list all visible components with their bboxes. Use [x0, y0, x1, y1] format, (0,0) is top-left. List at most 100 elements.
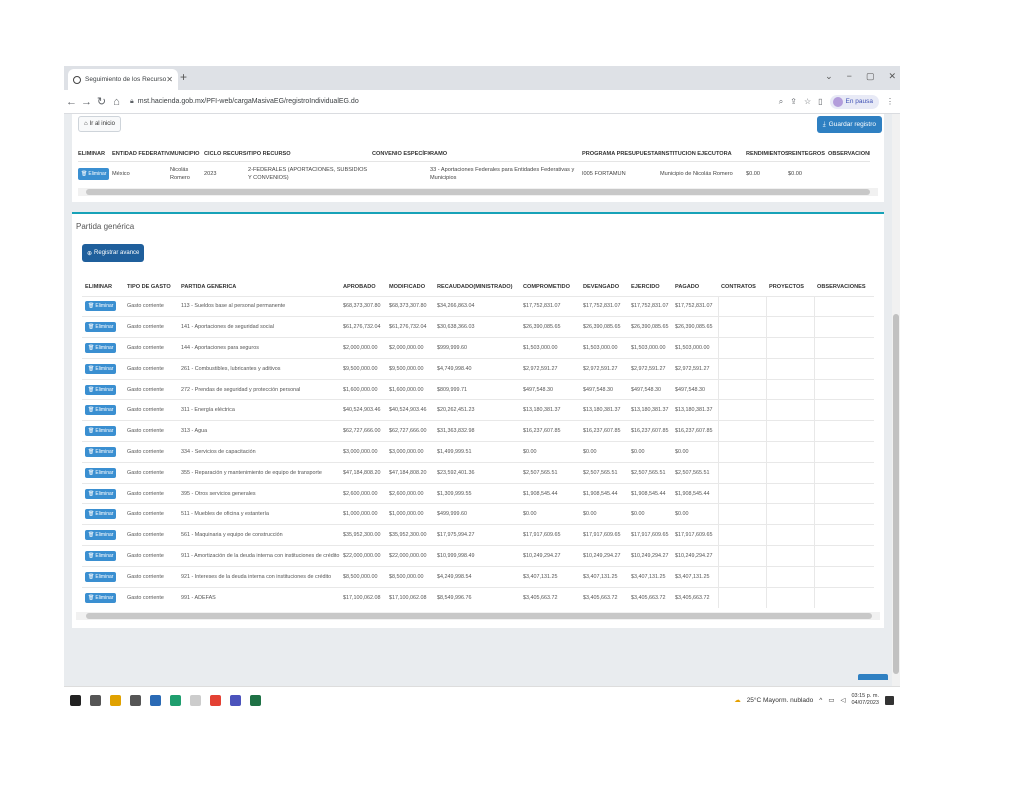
- clock[interactable]: 03:15 p. m. 04/07/2023: [851, 693, 879, 707]
- delete-button[interactable]: 🗑︎ Eliminar: [85, 405, 117, 416]
- save-button[interactable]: ⤓ Guardar registro: [816, 116, 882, 133]
- delete-button[interactable]: 🗑︎ Eliminar: [85, 301, 117, 312]
- empty-cell[interactable]: [717, 420, 766, 442]
- close-tab-icon[interactable]: ✕: [166, 75, 173, 84]
- notification-icon[interactable]: [885, 695, 894, 705]
- sidebar-icon[interactable]: ▯: [818, 97, 822, 106]
- notepad-icon[interactable]: [190, 694, 201, 706]
- empty-cell[interactable]: [717, 399, 766, 421]
- minimize-icon[interactable]: −: [847, 71, 852, 82]
- empty-cell[interactable]: [765, 461, 814, 484]
- empty-cell[interactable]: [717, 316, 766, 338]
- excel-icon[interactable]: [250, 694, 261, 706]
- empty-cell[interactable]: [717, 461, 766, 484]
- share-icon[interactable]: ⇪: [790, 97, 797, 106]
- empty-cell[interactable]: [765, 399, 814, 421]
- empty-cell[interactable]: [813, 503, 874, 525]
- empty-cell[interactable]: [717, 337, 766, 359]
- empty-cell[interactable]: [813, 337, 874, 359]
- empty-cell[interactable]: [717, 503, 766, 525]
- empty-cell[interactable]: [765, 378, 814, 400]
- delete-button[interactable]: 🗑︎ Eliminar: [85, 342, 117, 353]
- empty-cell[interactable]: [765, 482, 814, 504]
- empty-cell[interactable]: [765, 524, 814, 546]
- delete-button[interactable]: 🗑︎ Eliminar: [85, 446, 117, 457]
- empty-cell[interactable]: [717, 441, 766, 463]
- empty-cell[interactable]: [813, 482, 874, 504]
- empty-cell[interactable]: [813, 316, 874, 338]
- empty-cell[interactable]: [717, 586, 766, 608]
- empty-cell[interactable]: [717, 545, 766, 567]
- delete-button[interactable]: 🗑︎ Eliminar: [85, 322, 117, 333]
- empty-cell[interactable]: [765, 586, 814, 608]
- volume-icon[interactable]: ◁: [840, 696, 845, 704]
- chevron-down-icon[interactable]: ⌄: [825, 71, 833, 82]
- empty-cell[interactable]: [765, 357, 814, 380]
- horizontal-scrollbar[interactable]: [78, 188, 878, 196]
- empty-cell[interactable]: [813, 524, 874, 546]
- weather-text[interactable]: 25°C Mayorm. nublado: [747, 697, 814, 704]
- chrome-icon[interactable]: [210, 694, 221, 706]
- calculator-icon[interactable]: [130, 694, 141, 706]
- browser-tab[interactable]: Seguimiento de los Recursos Fe ✕: [68, 69, 178, 90]
- reload-icon[interactable]: ↻: [94, 95, 109, 108]
- edge-icon[interactable]: [170, 694, 181, 706]
- delete-button[interactable]: 🗑︎ Eliminar: [78, 167, 110, 180]
- empty-cell[interactable]: [765, 441, 814, 463]
- empty-cell[interactable]: [813, 378, 874, 400]
- empty-cell[interactable]: [813, 399, 874, 421]
- profile-button[interactable]: En pausa: [829, 94, 879, 109]
- empty-cell[interactable]: [765, 503, 814, 525]
- empty-cell[interactable]: [717, 378, 766, 400]
- empty-cell[interactable]: [813, 357, 874, 380]
- address-bar[interactable]: 🔒︎ mst.hacienda.gob.mx/PFI-web/cargaMasi…: [130, 98, 750, 106]
- empty-cell[interactable]: [765, 295, 814, 317]
- delete-button[interactable]: 🗑︎ Eliminar: [85, 467, 117, 478]
- delete-button[interactable]: 🗑︎ Eliminar: [85, 509, 117, 520]
- empty-cell[interactable]: [717, 295, 766, 317]
- empty-cell[interactable]: [765, 337, 814, 359]
- zoom-icon[interactable]: ⌕: [779, 97, 783, 107]
- empty-cell[interactable]: [813, 586, 874, 608]
- registrar-avance-button[interactable]: ⊕ Registrar avance: [82, 244, 145, 262]
- outlook-icon[interactable]: [150, 694, 161, 706]
- delete-button[interactable]: 🗑︎ Eliminar: [85, 426, 117, 437]
- delete-button[interactable]: 🗑︎ Eliminar: [85, 363, 117, 374]
- file-explorer-icon[interactable]: [110, 694, 121, 706]
- chevron-up-icon[interactable]: ^: [819, 697, 822, 704]
- forward-icon[interactable]: →: [79, 96, 94, 108]
- horizontal-scrollbar[interactable]: [76, 612, 880, 620]
- empty-cell[interactable]: [765, 420, 814, 442]
- star-icon[interactable]: ☆: [804, 97, 811, 106]
- delete-button[interactable]: 🗑︎ Eliminar: [85, 550, 117, 561]
- network-icon[interactable]: ▭: [828, 696, 834, 704]
- vertical-scrollbar[interactable]: [892, 114, 900, 686]
- delete-button[interactable]: 🗑︎ Eliminar: [85, 592, 117, 603]
- empty-cell[interactable]: [813, 295, 874, 317]
- home-icon[interactable]: ⌂: [109, 96, 124, 108]
- back-icon[interactable]: ←: [64, 96, 79, 108]
- start-icon[interactable]: [70, 694, 81, 706]
- delete-button[interactable]: 🗑︎ Eliminar: [85, 384, 117, 395]
- maximize-icon[interactable]: ▢: [866, 71, 875, 82]
- search-icon[interactable]: [90, 694, 101, 706]
- empty-cell[interactable]: [765, 545, 814, 567]
- empty-cell[interactable]: [813, 565, 874, 588]
- delete-button[interactable]: 🗑︎ Eliminar: [85, 530, 117, 541]
- new-tab-button[interactable]: +: [180, 70, 187, 84]
- delete-button[interactable]: 🗑︎ Eliminar: [85, 571, 117, 582]
- empty-cell[interactable]: [813, 461, 874, 484]
- teams-icon[interactable]: [230, 694, 241, 706]
- delete-button[interactable]: 🗑︎ Eliminar: [85, 488, 117, 499]
- inicio-button[interactable]: ⌂ Ir al inicio: [78, 116, 121, 132]
- empty-cell[interactable]: [765, 565, 814, 588]
- menu-icon[interactable]: ⋮: [886, 97, 894, 106]
- empty-cell[interactable]: [717, 565, 766, 588]
- empty-cell[interactable]: [813, 441, 874, 463]
- empty-cell[interactable]: [717, 524, 766, 546]
- empty-cell[interactable]: [765, 316, 814, 338]
- close-window-icon[interactable]: ✕: [888, 71, 896, 82]
- empty-cell[interactable]: [813, 545, 874, 567]
- empty-cell[interactable]: [717, 482, 766, 504]
- floating-tab[interactable]: [858, 674, 888, 680]
